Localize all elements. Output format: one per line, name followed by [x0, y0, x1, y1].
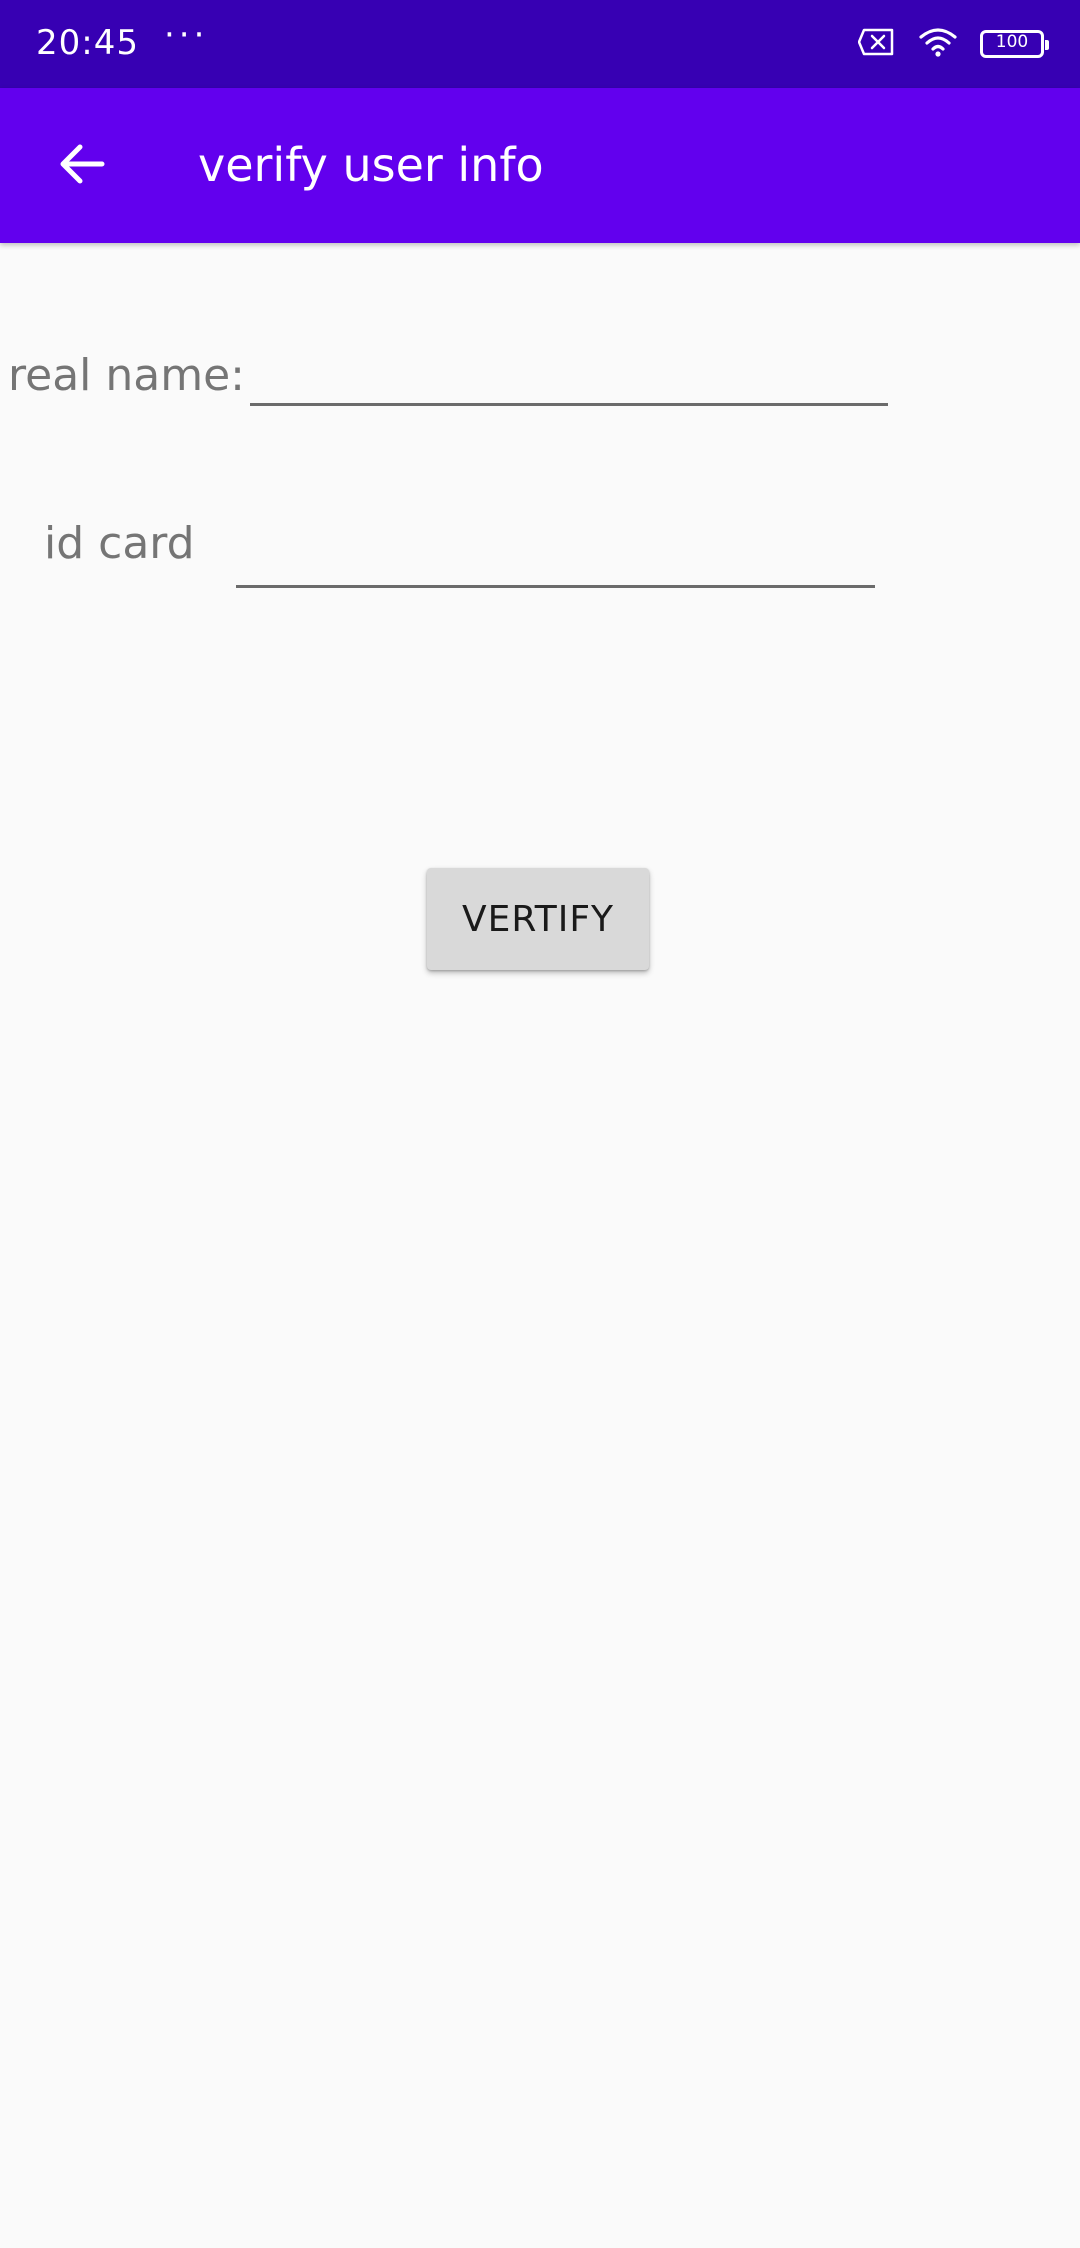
wifi-icon	[918, 26, 958, 62]
status-time: 20:45	[36, 23, 139, 63]
real-name-label: real name:	[8, 350, 245, 401]
arrow-left-icon	[56, 138, 108, 194]
app-bar: verify user info	[0, 88, 1080, 243]
real-name-input[interactable]	[250, 340, 888, 406]
back-button[interactable]	[40, 124, 124, 208]
status-icons: 100	[857, 24, 1049, 64]
notification-overflow-icon: ···	[164, 15, 209, 55]
sim-error-icon	[857, 28, 896, 60]
status-bar: 20:45 ··· 100	[0, 0, 1080, 88]
battery-level-text: 100	[995, 32, 1029, 52]
id-card-label: id card	[44, 518, 195, 569]
id-card-input[interactable]	[236, 522, 875, 588]
verify-button[interactable]: VERTIFY	[427, 868, 649, 970]
battery-icon: 100	[980, 30, 1049, 58]
battery-cap	[1045, 40, 1049, 50]
page-title: verify user info	[198, 138, 544, 192]
